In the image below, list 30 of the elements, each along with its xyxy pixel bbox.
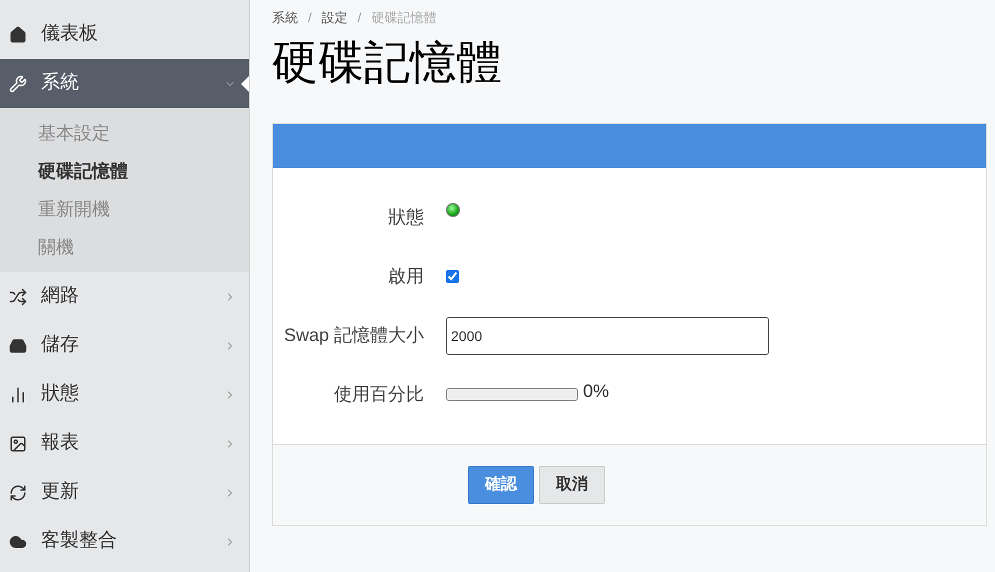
sidebar-item[interactable]: 狀態 bbox=[0, 370, 249, 419]
sidebar-item[interactable]: 更新 bbox=[0, 468, 249, 517]
bar-chart-icon bbox=[9, 386, 27, 404]
sidebar-item[interactable]: 儲存 bbox=[0, 321, 249, 370]
field-label: 啟用 bbox=[387, 265, 425, 288]
drive-icon bbox=[9, 336, 27, 354]
sidebar-item[interactable]: 儀表板 bbox=[0, 10, 249, 59]
sidebar-item[interactable]: 系統 bbox=[0, 59, 249, 108]
swap-size-field[interactable]: 2000 bbox=[446, 316, 769, 354]
refresh-icon bbox=[9, 484, 27, 502]
breadcrumb-separator: / bbox=[358, 9, 362, 28]
sidebar-item[interactable]: 客製整合 bbox=[0, 517, 249, 566]
image-icon bbox=[9, 434, 27, 452]
field-label: 使用百分比 bbox=[333, 383, 425, 406]
sidebar-item[interactable]: 網路 bbox=[0, 272, 249, 321]
field-label: 狀態 bbox=[387, 206, 425, 229]
shuffle-icon bbox=[9, 288, 27, 306]
home-icon bbox=[9, 26, 27, 44]
page-title: 硬碟記憶體 bbox=[272, 36, 503, 88]
field-label: Swap 記憶體大小 bbox=[282, 324, 425, 347]
breadcrumb-separator: / bbox=[308, 9, 312, 28]
submenu-item[interactable]: 硬碟記憶體 bbox=[0, 152, 249, 190]
cancel-button[interactable]: 取消 bbox=[539, 466, 605, 504]
enable-checkbox[interactable] bbox=[446, 270, 459, 283]
usage-reading: 0% bbox=[583, 380, 610, 403]
sidebar-item[interactable]: 報表 bbox=[0, 419, 249, 468]
pointer-icon bbox=[241, 76, 249, 92]
wrench-icon bbox=[9, 74, 27, 92]
breadcrumb-link[interactable]: 設定 bbox=[322, 8, 348, 28]
breadcrumb-link[interactable]: 系統 bbox=[272, 8, 298, 28]
